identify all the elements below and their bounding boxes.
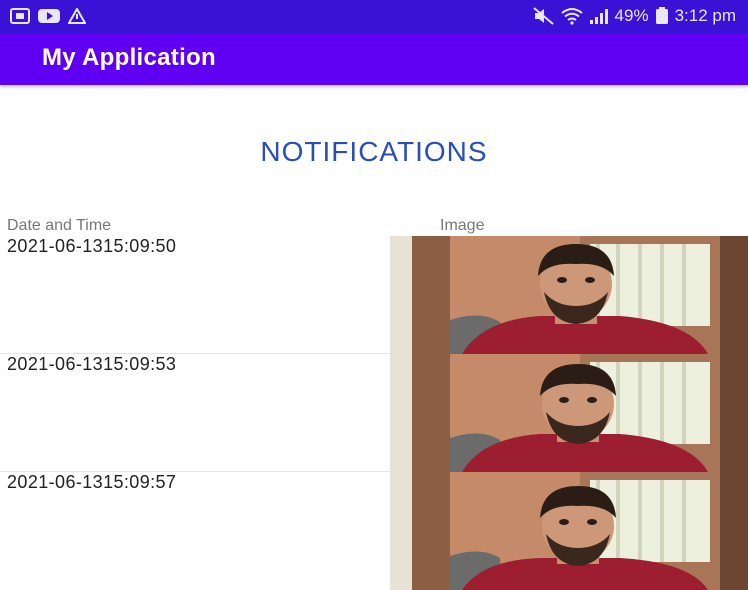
- status-bar: 49% 3:12 pm: [0, 0, 748, 33]
- notification-datetime: 2021-06-1315:09:50: [7, 236, 177, 256]
- status-left-icons: [10, 7, 86, 25]
- webcam-photo: [390, 236, 748, 354]
- youtube-icon: [38, 9, 60, 23]
- app-bar: My Application: [0, 33, 748, 85]
- mute-icon: [532, 7, 554, 25]
- notification-row[interactable]: 2021-06-1315:09:50: [0, 236, 748, 354]
- signal-icon: [589, 9, 608, 24]
- column-header-date: Date and Time: [7, 217, 112, 234]
- warning-icon: [68, 8, 86, 24]
- battery-icon: [655, 7, 668, 24]
- notification-image[interactable]: [390, 236, 748, 354]
- page-heading: NOTIFICATIONS: [260, 136, 488, 167]
- battery-percent: 49%: [614, 6, 649, 25]
- status-right-icons: 49% 3:12 pm: [532, 4, 736, 28]
- notification-image[interactable]: [390, 354, 748, 472]
- notification-datetime: 2021-06-1315:09:57: [7, 472, 177, 492]
- wifi-icon: [560, 8, 583, 25]
- notification-datetime: 2021-06-1315:09:53: [7, 354, 177, 374]
- notification-row[interactable]: 2021-06-1315:09:53: [0, 354, 748, 472]
- notification-row[interactable]: 2021-06-1315:09:57: [0, 472, 748, 590]
- webcam-photo: [390, 354, 748, 472]
- app-title: My Application: [42, 44, 216, 71]
- clock: 3:12 pm: [674, 6, 736, 25]
- column-header-image: Image: [440, 217, 485, 234]
- webcam-photo: [390, 472, 748, 590]
- notification-image[interactable]: [390, 472, 748, 590]
- screen-record-icon: [10, 8, 30, 24]
